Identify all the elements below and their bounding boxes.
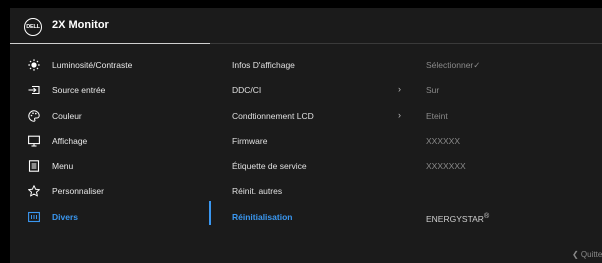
display-icon: [28, 135, 40, 147]
check-icon: ✓: [473, 60, 481, 70]
registered-mark: ®: [483, 211, 490, 220]
star-icon: [28, 185, 40, 197]
row-lcd-conditioning[interactable]: Condtionnement LCD › Eteint: [210, 103, 602, 128]
header-divider-active: [10, 43, 210, 44]
row-factory-reset[interactable]: Réinitialisation ENERGYSTAR®: [210, 204, 602, 229]
menu-item-menu[interactable]: Menu: [10, 153, 210, 178]
row-value: XXXXXXX: [426, 161, 466, 172]
palette-icon: [28, 109, 40, 122]
submenu-panel: Infos D'affichage Sélectionner✓ DDC/CI ›…: [210, 52, 602, 229]
header-divider: [210, 43, 602, 44]
chevron-right-icon: ›: [398, 109, 401, 120]
row-value: Eteint: [426, 110, 448, 121]
main-menu: Luminosité/Contraste Source entrée Coule…: [10, 52, 210, 229]
menu-item-personalize[interactable]: Personnaliser: [10, 178, 210, 203]
menu-item-label: Luminosité/Contraste: [52, 60, 133, 70]
exit-button[interactable]: ❮ Quitte: [572, 250, 602, 259]
menu-item-display[interactable]: Affichage: [10, 128, 210, 153]
menu-icon: [28, 160, 40, 172]
row-label: DDC/CI: [232, 85, 262, 96]
row-label: Infos D'affichage: [232, 60, 295, 70]
row-value: Sélectionner✓: [426, 60, 481, 70]
brightness-icon: [28, 59, 40, 71]
osd-header: DELL 2X Monitor: [10, 8, 602, 40]
row-ddc-ci[interactable]: DDC/CI › Sur: [210, 77, 602, 102]
row-reset-others[interactable]: Réinit. autres: [210, 178, 602, 203]
row-label: Étiquette de service: [232, 161, 307, 172]
menu-item-label: Personnaliser: [52, 186, 104, 197]
row-label: Firmware: [232, 135, 268, 146]
row-value: XXXXXX: [426, 135, 461, 146]
row-label: Réinitialisation: [232, 211, 293, 222]
menu-item-others[interactable]: Divers: [10, 204, 210, 229]
chevron-right-icon: ›: [398, 84, 401, 95]
menu-item-color[interactable]: Couleur: [10, 103, 210, 128]
row-value: Sur: [426, 85, 440, 96]
menu-item-label: Source entrée: [52, 85, 106, 96]
row-label: Condtionnement LCD: [232, 110, 314, 121]
monitor-title: 2X Monitor: [52, 19, 109, 31]
input-source-icon: [28, 84, 40, 96]
menu-item-label: Menu: [52, 161, 74, 172]
menu-item-label: Divers: [52, 211, 78, 222]
osd-panel: DELL 2X Monitor Luminosité/Contraste Sou…: [10, 8, 602, 263]
row-service-tag[interactable]: Étiquette de service XXXXXXX: [210, 153, 602, 178]
menu-item-label: Couleur: [52, 110, 82, 121]
menu-item-brightness-contrast[interactable]: Luminosité/Contraste: [10, 52, 210, 77]
menu-item-input-source[interactable]: Source entrée: [10, 77, 210, 102]
row-firmware[interactable]: Firmware XXXXXX: [210, 128, 602, 153]
energystar-value: ENERGYSTAR®: [426, 211, 490, 224]
dell-logo: DELL: [24, 18, 42, 36]
others-icon: [28, 211, 40, 223]
menu-item-label: Affichage: [52, 135, 88, 146]
row-display-info[interactable]: Infos D'affichage Sélectionner✓: [210, 52, 602, 77]
row-label: Réinit. autres: [232, 186, 283, 197]
